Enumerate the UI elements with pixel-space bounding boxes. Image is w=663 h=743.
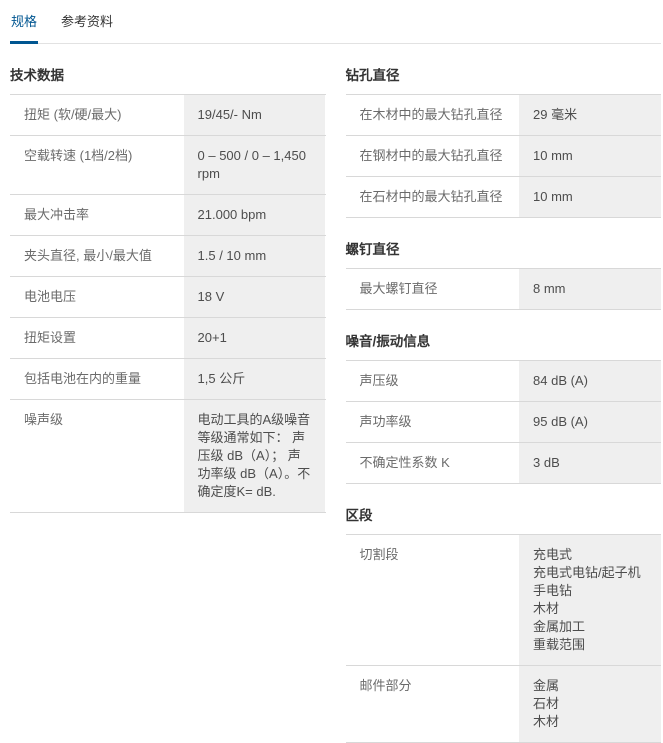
spec-value: 金属 石材 木材 <box>519 666 661 742</box>
spec-label: 扭矩设置 <box>10 318 184 358</box>
spec-rows: 切割段 充电式 充电式电钻/起子机 手电钻 木材 金属加工 重载范围 邮件部分 … <box>346 534 662 743</box>
spec-rows: 声压级 84 dB (A) 声功率级 95 dB (A) 不确定性系数 K 3 … <box>346 360 662 484</box>
table-row: 在石材中的最大钻孔直径 10 mm <box>346 176 662 217</box>
tab-specifications[interactable]: 规格 <box>10 0 38 44</box>
table-row: 噪声级 电动工具的A级噪音等级通常如下： 声压级 dB（A）； 声功率级 dB（… <box>10 399 326 512</box>
spec-label: 包括电池在内的重量 <box>10 359 184 399</box>
section-title: 螺钉直径 <box>346 238 662 258</box>
spec-label: 夹头直径, 最小/最大值 <box>10 236 184 276</box>
spec-label: 扭矩 (软/硬/最大) <box>10 95 184 135</box>
spec-value: 19/45/- Nm <box>184 95 326 135</box>
table-row: 扭矩设置 20+1 <box>10 317 326 358</box>
spec-value: 84 dB (A) <box>519 361 661 401</box>
table-row: 在木材中的最大钻孔直径 29 毫米 <box>346 94 662 135</box>
spec-section: 技术数据 扭矩 (软/硬/最大) 19/45/- Nm 空载转速 (1档/2档)… <box>10 64 326 513</box>
spec-section: 区段 切割段 充电式 充电式电钻/起子机 手电钻 木材 金属加工 重载范围 邮件… <box>346 504 662 743</box>
right-column: 钻孔直径 在木材中的最大钻孔直径 29 毫米 在钢材中的最大钻孔直径 10 mm… <box>346 44 662 743</box>
tab-reference-materials[interactable]: 参考资料 <box>60 0 114 44</box>
spec-page: 规格 参考资料 技术数据 扭矩 (软/硬/最大) 19/45/- Nm 空载转速… <box>0 0 663 743</box>
table-row: 最大冲击率 21.000 bpm <box>10 194 326 235</box>
table-row: 夹头直径, 最小/最大值 1.5 / 10 mm <box>10 235 326 276</box>
spec-label: 在木材中的最大钻孔直径 <box>346 95 520 135</box>
section-title: 噪音/振动信息 <box>346 330 662 350</box>
table-row: 声压级 84 dB (A) <box>346 360 662 401</box>
spec-value: 3 dB <box>519 443 661 483</box>
section-title: 钻孔直径 <box>346 64 662 84</box>
table-row: 切割段 充电式 充电式电钻/起子机 手电钻 木材 金属加工 重载范围 <box>346 534 662 665</box>
spec-columns: 技术数据 扭矩 (软/硬/最大) 19/45/- Nm 空载转速 (1档/2档)… <box>10 44 661 743</box>
table-row: 扭矩 (软/硬/最大) 19/45/- Nm <box>10 94 326 135</box>
spec-label: 噪声级 <box>10 400 184 512</box>
spec-value: 21.000 bpm <box>184 195 326 235</box>
spec-section: 螺钉直径 最大螺钉直径 8 mm <box>346 238 662 310</box>
spec-value: 电动工具的A级噪音等级通常如下： 声压级 dB（A）； 声功率级 dB（A）。不… <box>184 400 326 512</box>
spec-value: 10 mm <box>519 136 661 176</box>
spec-value: 29 毫米 <box>519 95 661 135</box>
spec-value: 95 dB (A) <box>519 402 661 442</box>
spec-label: 在石材中的最大钻孔直径 <box>346 177 520 217</box>
table-row: 不确定性系数 K 3 dB <box>346 442 662 483</box>
tab-bar: 规格 参考资料 <box>10 0 661 44</box>
spec-rows: 在木材中的最大钻孔直径 29 毫米 在钢材中的最大钻孔直径 10 mm 在石材中… <box>346 94 662 218</box>
spec-value: 18 V <box>184 277 326 317</box>
spec-label: 声压级 <box>346 361 520 401</box>
spec-section: 钻孔直径 在木材中的最大钻孔直径 29 毫米 在钢材中的最大钻孔直径 10 mm… <box>346 64 662 218</box>
table-row: 邮件部分 金属 石材 木材 <box>346 665 662 742</box>
spec-label: 最大螺钉直径 <box>346 269 520 309</box>
spec-label: 空载转速 (1档/2档) <box>10 136 184 194</box>
spec-value: 8 mm <box>519 269 661 309</box>
spec-label: 最大冲击率 <box>10 195 184 235</box>
spec-value: 10 mm <box>519 177 661 217</box>
spec-value: 1.5 / 10 mm <box>184 236 326 276</box>
spec-label: 切割段 <box>346 535 520 665</box>
spec-section: 噪音/振动信息 声压级 84 dB (A) 声功率级 95 dB (A) 不确定… <box>346 330 662 484</box>
spec-label: 声功率级 <box>346 402 520 442</box>
spec-rows: 扭矩 (软/硬/最大) 19/45/- Nm 空载转速 (1档/2档) 0 – … <box>10 94 326 513</box>
spec-label: 不确定性系数 K <box>346 443 520 483</box>
table-row: 空载转速 (1档/2档) 0 – 500 / 0 – 1,450 rpm <box>10 135 326 194</box>
table-row: 包括电池在内的重量 1,5 公斤 <box>10 358 326 399</box>
spec-label: 邮件部分 <box>346 666 520 742</box>
spec-value: 0 – 500 / 0 – 1,450 rpm <box>184 136 326 194</box>
section-title: 技术数据 <box>10 64 326 84</box>
left-column: 技术数据 扭矩 (软/硬/最大) 19/45/- Nm 空载转速 (1档/2档)… <box>10 44 326 743</box>
spec-label: 在钢材中的最大钻孔直径 <box>346 136 520 176</box>
spec-label: 电池电压 <box>10 277 184 317</box>
spec-rows: 最大螺钉直径 8 mm <box>346 268 662 310</box>
section-title: 区段 <box>346 504 662 524</box>
spec-value: 20+1 <box>184 318 326 358</box>
table-row: 最大螺钉直径 8 mm <box>346 268 662 309</box>
table-row: 在钢材中的最大钻孔直径 10 mm <box>346 135 662 176</box>
table-row: 声功率级 95 dB (A) <box>346 401 662 442</box>
spec-value: 充电式 充电式电钻/起子机 手电钻 木材 金属加工 重载范围 <box>519 535 661 665</box>
spec-value: 1,5 公斤 <box>184 359 326 399</box>
table-row: 电池电压 18 V <box>10 276 326 317</box>
